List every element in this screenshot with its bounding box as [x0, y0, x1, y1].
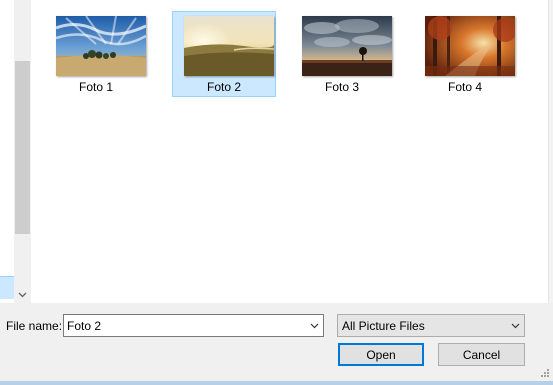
cancel-button[interactable]: Cancel: [438, 343, 525, 366]
open-button[interactable]: Open: [338, 343, 424, 366]
file-item-foto-2[interactable]: Foto 2: [172, 11, 276, 97]
window-bottom-border: [0, 381, 553, 385]
file-item-foto-3[interactable]: Foto 3: [290, 11, 394, 97]
file-item-foto-1[interactable]: Foto 1: [44, 11, 148, 97]
chevron-down-icon[interactable]: [507, 315, 524, 336]
file-list-view[interactable]: Foto 1 Foto 2 Foto 3 Foto 4: [31, 0, 548, 303]
dialog-bottom-bar: File name: Foto 2 All Picture Files Open…: [0, 303, 553, 385]
desert-sky-thumbnail: [56, 16, 146, 76]
sunset-field-thumbnail: [184, 16, 274, 76]
file-name-input[interactable]: Foto 2: [63, 314, 324, 337]
cloudy-plain-thumbnail: [302, 16, 392, 76]
file-name-input-value[interactable]: Foto 2: [67, 319, 101, 333]
nav-selected-item[interactable]: [0, 276, 14, 299]
resize-grip-icon[interactable]: [538, 368, 550, 380]
file-type-filter-select[interactable]: All Picture Files: [337, 314, 525, 337]
autumn-forest-thumbnail: [425, 16, 515, 76]
file-name-field-label: File name:: [6, 319, 63, 333]
nav-scrollbar[interactable]: [14, 0, 31, 303]
navigation-pane: [0, 0, 14, 303]
file-name-label: Foto 4: [447, 80, 483, 94]
open-file-dialog: Foto 1 Foto 2 Foto 3 Foto 4 File name: F…: [0, 0, 553, 385]
file-type-filter-value[interactable]: All Picture Files: [342, 319, 425, 333]
file-name-label: Foto 3: [324, 80, 360, 94]
file-name-label: Foto 1: [78, 80, 114, 94]
scrollbar-thumb[interactable]: [15, 61, 30, 234]
scroll-down-arrow-icon[interactable]: [14, 286, 31, 303]
chevron-down-icon[interactable]: [306, 315, 323, 336]
file-item-foto-4[interactable]: Foto 4: [413, 11, 517, 97]
file-name-label: Foto 2: [206, 80, 242, 94]
right-window-edge: [548, 0, 553, 303]
